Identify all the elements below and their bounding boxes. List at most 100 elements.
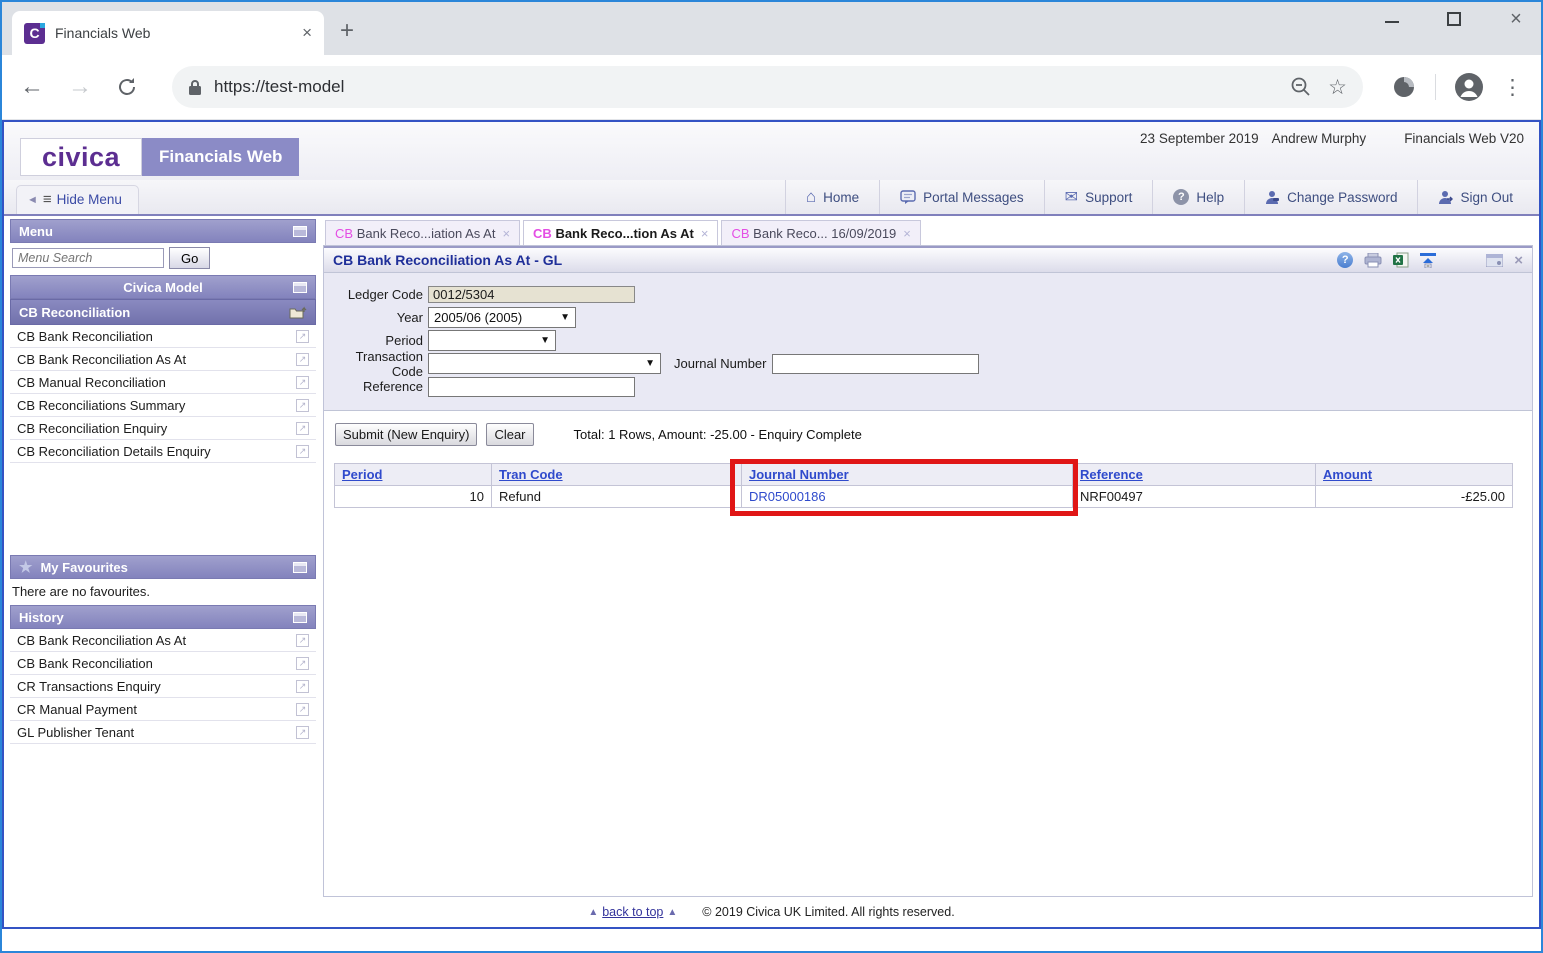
app-page: civica Financials Web 23 September 2019 …: [2, 120, 1541, 929]
app-logo: civica Financials Web: [20, 138, 299, 176]
new-window-icon[interactable]: [1486, 254, 1503, 267]
collapse-panel-icon[interactable]: [1420, 253, 1436, 268]
hide-menu-button[interactable]: ◄ ≡ Hide Menu: [16, 185, 139, 214]
open-new-window-icon[interactable]: ↗: [296, 353, 309, 366]
col-header-label[interactable]: Amount: [1323, 467, 1372, 482]
new-tab-icon[interactable]: +: [340, 17, 354, 45]
col-header-label[interactable]: Journal Number: [749, 467, 849, 482]
close-pane-icon[interactable]: ×: [1514, 252, 1523, 269]
open-new-window-icon[interactable]: ↗: [296, 376, 309, 389]
col-header-reference[interactable]: Reference: [1073, 464, 1316, 486]
print-icon[interactable]: [1364, 253, 1382, 268]
nav-item-home[interactable]: ⌂ Home: [785, 180, 879, 214]
doc-tab-2-active[interactable]: CB Bank Reco...tion As At ×: [523, 220, 718, 245]
bookmark-star-icon[interactable]: ☆: [1328, 75, 1347, 100]
nav-item-change-password[interactable]: Change Password: [1244, 180, 1417, 214]
close-window-icon[interactable]: ×: [1509, 12, 1523, 26]
tab-close-icon[interactable]: ×: [701, 226, 709, 241]
reload-icon[interactable]: [116, 76, 138, 98]
copyright-text: © 2019 Civica UK Limited. All rights res…: [702, 905, 954, 919]
zoom-out-icon[interactable]: [1290, 76, 1312, 98]
sidebar-item-cb-manual-reconciliation[interactable]: CB Manual Reconciliation↗: [10, 371, 316, 394]
history-item-gl-publisher-tenant[interactable]: GL Publisher Tenant ↗: [10, 721, 316, 744]
col-header-label[interactable]: Tran Code: [499, 467, 563, 482]
maximize-icon[interactable]: [1447, 12, 1461, 26]
history-item-cr-transactions-enquiry[interactable]: CR Transactions Enquiry↗: [10, 675, 316, 698]
browser-tab[interactable]: C Financials Web ×: [12, 11, 324, 55]
open-new-window-icon[interactable]: ↗: [296, 634, 309, 647]
open-new-window-icon[interactable]: ↗: [296, 445, 309, 458]
tab-close-icon[interactable]: ×: [302, 23, 312, 43]
menu-search-go-button[interactable]: Go: [169, 247, 210, 269]
extension-icon[interactable]: [1391, 74, 1417, 100]
col-header-amount[interactable]: Amount: [1316, 464, 1513, 486]
history-item-cb-bank-reconciliation-as-at[interactable]: CB Bank Reconciliation As At ↗: [10, 629, 316, 652]
nav-item-help[interactable]: ? Help: [1152, 180, 1244, 214]
item-label: GL Publisher Tenant: [17, 725, 134, 740]
minimize-icon[interactable]: [1385, 15, 1399, 23]
open-new-window-icon[interactable]: ↗: [296, 680, 309, 693]
export-excel-icon[interactable]: [1393, 252, 1409, 268]
doc-tab-1[interactable]: CB Bank Reco...iation As At ×: [325, 220, 520, 245]
journal-number-link[interactable]: DR05000186: [749, 489, 826, 504]
nav-item-sign-out[interactable]: Sign Out: [1417, 180, 1533, 214]
nav-item-portal-messages[interactable]: Portal Messages: [879, 180, 1044, 214]
enquiry-title-bar: CB Bank Reconciliation As At - GL ?: [324, 246, 1532, 273]
reference-field[interactable]: [428, 377, 635, 397]
col-header-tran-code[interactable]: Tran Code: [492, 464, 742, 486]
open-new-window-icon[interactable]: ↗: [296, 657, 309, 670]
sidebar-item-cb-bank-reconciliation-as-at[interactable]: CB Bank Reconciliation As At↗: [10, 348, 316, 371]
sidebar-spacer: [10, 463, 316, 555]
tab-label: Bank Reco...iation As At: [357, 226, 496, 241]
col-header-label[interactable]: Period: [342, 467, 382, 482]
sidebar-item-cb-reconciliation-details-enquiry[interactable]: CB Reconciliation Details Enquiry ↗: [10, 440, 316, 463]
browser-menu-icon[interactable]: ⋮: [1502, 75, 1523, 100]
year-select[interactable]: 2005/06 (2005) ▼: [428, 307, 576, 328]
open-new-window-icon[interactable]: ↗: [296, 422, 309, 435]
window-panel-icon[interactable]: [293, 612, 307, 623]
help-icon[interactable]: ?: [1337, 252, 1353, 268]
sidebar-item-cb-reconciliations-summary[interactable]: CB Reconciliations Summary↗: [10, 394, 316, 417]
tab-close-icon[interactable]: ×: [903, 226, 911, 241]
journal-number-field[interactable]: [772, 354, 979, 374]
sidebar-item-cb-reconciliation-enquiry[interactable]: CB Reconciliation Enquiry↗: [10, 417, 316, 440]
window-panel-icon[interactable]: [293, 562, 307, 573]
app-name-banner: Financials Web: [142, 138, 299, 176]
clear-button[interactable]: Clear: [486, 423, 533, 446]
sidebar-model-header[interactable]: Civica Model: [10, 275, 316, 299]
url-text[interactable]: https://test-model: [214, 77, 1274, 97]
doc-tab-3[interactable]: CB Bank Reco... 16/09/2019 ×: [721, 220, 920, 245]
col-header-period[interactable]: Period: [335, 464, 492, 486]
col-header-journal-number[interactable]: Journal Number: [742, 464, 1073, 486]
open-new-window-icon[interactable]: ↗: [296, 399, 309, 412]
sidebar-favourites-header[interactable]: ★ My Favourites: [10, 555, 316, 579]
hide-menu-label: Hide Menu: [57, 192, 122, 207]
sidebar-menu-header: Menu: [10, 219, 316, 243]
period-select[interactable]: ▼: [428, 330, 556, 351]
col-header-label[interactable]: Reference: [1080, 467, 1143, 482]
item-label: CB Reconciliation Details Enquiry: [17, 444, 211, 459]
tab-close-icon[interactable]: ×: [502, 226, 510, 241]
history-item-cr-manual-payment[interactable]: CR Manual Payment↗: [10, 698, 316, 721]
window-panel-icon[interactable]: [293, 282, 307, 293]
open-folder-icon: [289, 306, 307, 319]
back-icon[interactable]: ←: [20, 73, 44, 101]
session-user: Andrew Murphy: [1272, 131, 1367, 146]
history-item-cb-bank-reconciliation[interactable]: CB Bank Reconciliation↗: [10, 652, 316, 675]
submit-button[interactable]: Submit (New Enquiry): [335, 423, 477, 446]
menu-search-input[interactable]: [12, 248, 164, 268]
address-bar[interactable]: https://test-model ☆: [172, 66, 1363, 108]
item-label: CB Bank Reconciliation As At: [17, 633, 186, 648]
profile-avatar[interactable]: [1454, 72, 1484, 102]
nav-item-support[interactable]: ✉ Support: [1044, 180, 1153, 214]
model-title: Civica Model: [123, 280, 202, 295]
table-row: 10 Refund DR05000186 NRF00497 -£25.00: [335, 486, 1513, 508]
back-to-top-link[interactable]: ▲ back to top ▲: [588, 905, 677, 919]
open-new-window-icon[interactable]: ↗: [296, 726, 309, 739]
transaction-code-select[interactable]: ▼: [428, 353, 661, 374]
window-panel-icon[interactable]: [293, 226, 307, 237]
open-new-window-icon[interactable]: ↗: [296, 330, 309, 343]
open-new-window-icon[interactable]: ↗: [296, 703, 309, 716]
sidebar-item-cb-bank-reconciliation[interactable]: CB Bank Reconciliation↗: [10, 325, 316, 348]
sidebar-section-cb-reconciliation[interactable]: CB Reconciliation: [10, 299, 316, 325]
